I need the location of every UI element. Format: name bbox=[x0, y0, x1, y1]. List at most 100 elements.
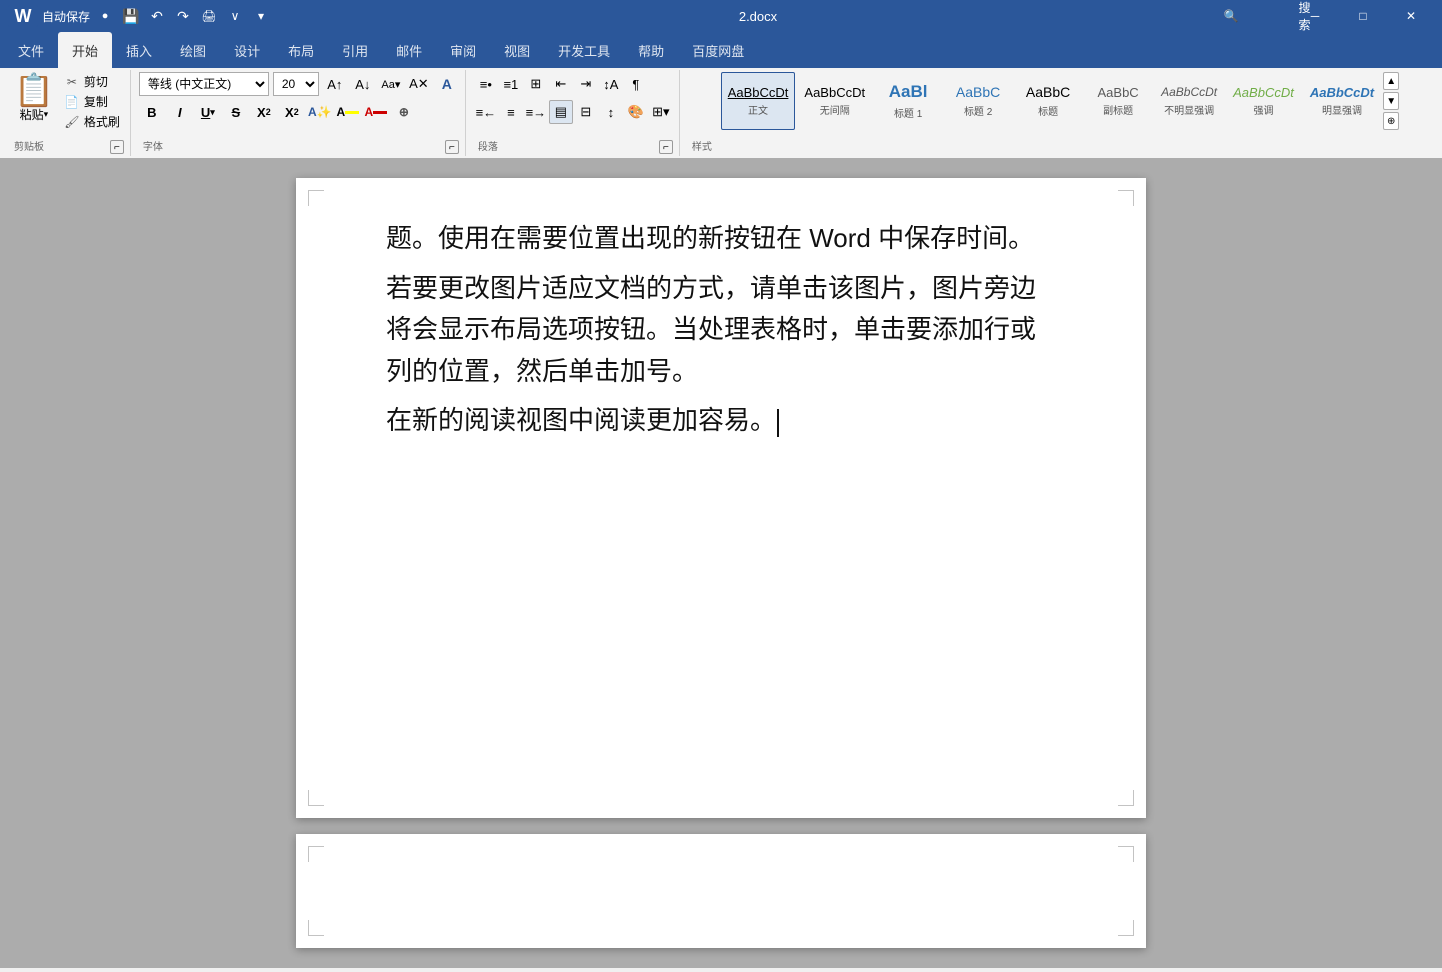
document-page-2[interactable] bbox=[296, 834, 1146, 948]
cut-button[interactable]: ✂ 剪切 bbox=[60, 72, 124, 91]
corner-mark-tl bbox=[308, 190, 324, 206]
font-family-select[interactable]: 等线 (中文正文) bbox=[139, 72, 269, 96]
style-preview-heading1: AaBl bbox=[889, 82, 928, 102]
font-size-select[interactable]: 20 bbox=[273, 72, 319, 96]
styles-scroll-up-button[interactable]: ▲ bbox=[1383, 72, 1399, 90]
search-bar-title[interactable]: 🔍 搜索 bbox=[1244, 0, 1290, 32]
superscript-button[interactable]: X2 bbox=[279, 100, 305, 124]
page2-corner-tr bbox=[1118, 846, 1134, 862]
italic-button[interactable]: I bbox=[167, 100, 193, 124]
tab-developer[interactable]: 开发工具 bbox=[544, 32, 624, 68]
page2-corner-bl bbox=[308, 920, 324, 936]
minimize-button[interactable]: ─ bbox=[1292, 0, 1338, 32]
style-item-heading1[interactable]: AaBl 标题 1 bbox=[874, 72, 942, 130]
format-painter-button[interactable]: 🖌 格式刷 bbox=[60, 112, 124, 131]
more-commands-button[interactable]: ▾ bbox=[250, 5, 272, 27]
numbering-button[interactable]: ≡1 bbox=[499, 72, 523, 96]
print-button[interactable]: 🖨 bbox=[198, 5, 220, 27]
change-case-button[interactable]: Aa▾ bbox=[379, 72, 403, 96]
paste-button[interactable]: 📋 粘贴▾ bbox=[10, 72, 58, 125]
style-preview-title: AaBbC bbox=[1026, 84, 1070, 101]
maximize-button[interactable]: □ bbox=[1340, 0, 1386, 32]
style-item-strong-em[interactable]: AaBbCcDt 明显强调 bbox=[1303, 72, 1381, 130]
shading-button[interactable]: 🎨 bbox=[624, 100, 648, 124]
underline-button[interactable]: U▾ bbox=[195, 100, 221, 124]
distributed-button[interactable]: ⊟ bbox=[574, 100, 598, 124]
ribbon-group-font: 等线 (中文正文) 20 A↑ A↓ Aa▾ A✕ A B I U▾ S X2 … bbox=[133, 70, 466, 156]
font-color-button[interactable]: A bbox=[363, 100, 389, 124]
font-expand-button[interactable]: ⌐ bbox=[445, 140, 459, 154]
line-spacing-button[interactable]: ↕ bbox=[599, 100, 623, 124]
style-item-heading2[interactable]: AaBbC 标题 2 bbox=[944, 72, 1012, 130]
close-button[interactable]: ✕ bbox=[1388, 0, 1434, 32]
increase-font-size-button[interactable]: A↑ bbox=[323, 72, 347, 96]
decrease-font-size-button[interactable]: A↓ bbox=[351, 72, 375, 96]
font-dialog-button[interactable]: A bbox=[435, 72, 459, 96]
text-effect-button[interactable]: A✨ bbox=[307, 100, 333, 124]
style-label-heading1: 标题 1 bbox=[894, 105, 922, 120]
document-title: 2.docx bbox=[739, 9, 777, 24]
redo-button[interactable]: ↷ bbox=[172, 5, 194, 27]
style-preview-emphasis: AaBbCcDt bbox=[1233, 85, 1294, 101]
multilevel-list-button[interactable]: ⊞ bbox=[524, 72, 548, 96]
tab-review[interactable]: 审阅 bbox=[436, 32, 490, 68]
paragraph-expand-button[interactable]: ⌐ bbox=[659, 140, 673, 154]
tab-file[interactable]: 文件 bbox=[4, 32, 58, 68]
paragraph-group-label: 段落 bbox=[474, 137, 502, 154]
font-bottom-more[interactable]: ⊕ bbox=[391, 100, 417, 124]
ribbon-tabs: 文件 开始 插入 绘图 设计 布局 引用 邮件 审阅 视图 开发工具 帮助 百度… bbox=[0, 32, 1442, 68]
align-center-button[interactable]: ≡ bbox=[499, 100, 523, 124]
format-painter-label: 格式刷 bbox=[84, 113, 120, 130]
bullets-button[interactable]: ≡• bbox=[474, 72, 498, 96]
styles-more-button[interactable]: ⊕ bbox=[1383, 112, 1399, 130]
style-item-subtitle[interactable]: AaBbC 副标题 bbox=[1084, 72, 1152, 130]
bold-button[interactable]: B bbox=[139, 100, 165, 124]
clipboard-expand-button[interactable]: ⌐ bbox=[110, 140, 124, 154]
style-item-normal[interactable]: AaBbCcDt 正文 bbox=[721, 72, 796, 130]
borders-button[interactable]: ⊞▾ bbox=[649, 100, 673, 124]
align-right-button[interactable]: ≡→ bbox=[524, 100, 548, 124]
copy-label: 复制 bbox=[84, 93, 108, 110]
title-bar-left: W 自动保存 ● 💾 ↶ ↷ 🖨 ∨ ▾ bbox=[8, 5, 272, 27]
style-item-title[interactable]: AaBbC 标题 bbox=[1014, 72, 1082, 130]
tab-references[interactable]: 引用 bbox=[328, 32, 382, 68]
style-item-emphasis[interactable]: AaBbCcDt 强调 bbox=[1226, 72, 1301, 130]
tab-home[interactable]: 开始 bbox=[58, 32, 112, 68]
styles-scroll-down-button[interactable]: ▼ bbox=[1383, 92, 1399, 110]
tab-insert[interactable]: 插入 bbox=[112, 32, 166, 68]
tab-baidu[interactable]: 百度网盘 bbox=[678, 32, 758, 68]
clipboard-buttons: 📋 粘贴▾ ✂ 剪切 📄 复制 🖌 格式刷 bbox=[10, 72, 124, 135]
paragraph-2: 若要更改图片适应文档的方式，请单击该图片，图片旁边将会显示布局选项按钮。当处理表… bbox=[386, 268, 1056, 393]
undo-button[interactable]: ↶ bbox=[146, 5, 168, 27]
increase-indent-button[interactable]: ⇥ bbox=[574, 72, 598, 96]
ribbon-group-paragraph: ≡• ≡1 ⊞ ⇤ ⇥ ↕A ¶ ≡← ≡ ≡→ ▤ ⊟ ↕ 🎨 ⊞▾ 段落 ⌐ bbox=[468, 70, 680, 156]
tab-mailings[interactable]: 邮件 bbox=[382, 32, 436, 68]
decrease-indent-button[interactable]: ⇤ bbox=[549, 72, 573, 96]
document-text-page1[interactable]: 题。使用在需要位置出现的新按钮在 Word 中保存时间。 若要更改图片适应文档的… bbox=[386, 218, 1056, 442]
save-button[interactable]: 💾 bbox=[120, 5, 142, 27]
show-formatting-button[interactable]: ¶ bbox=[624, 72, 648, 96]
strikethrough-button[interactable]: S bbox=[223, 100, 249, 124]
document-page-1[interactable]: 题。使用在需要位置出现的新按钮在 Word 中保存时间。 若要更改图片适应文档的… bbox=[296, 178, 1146, 818]
tab-help[interactable]: 帮助 bbox=[624, 32, 678, 68]
copy-button[interactable]: 📄 复制 bbox=[60, 92, 124, 111]
search-icon: 🔍 bbox=[1224, 9, 1239, 23]
highlight-color-button[interactable]: A bbox=[335, 100, 361, 124]
justify-button[interactable]: ▤ bbox=[549, 100, 573, 124]
tab-design[interactable]: 设计 bbox=[220, 32, 274, 68]
style-item-subtle-em[interactable]: AaBbCcDt 不明显强调 bbox=[1154, 72, 1224, 130]
sort-button[interactable]: ↕A bbox=[599, 72, 623, 96]
style-item-nospace[interactable]: AaBbCcDt 无间隔 bbox=[797, 72, 872, 130]
autosave-toggle[interactable]: ● bbox=[94, 5, 116, 27]
align-left-button[interactable]: ≡← bbox=[474, 100, 498, 124]
styles-gallery: AaBbCcDt 正文 AaBbCcDt 无间隔 AaBl 标题 1 AaBbC bbox=[721, 72, 1381, 130]
customize-qat-button[interactable]: ∨ bbox=[224, 5, 246, 27]
tab-view[interactable]: 视图 bbox=[490, 32, 544, 68]
format-painter-icon: 🖌 bbox=[64, 115, 80, 129]
paragraph-1: 题。使用在需要位置出现的新按钮在 Word 中保存时间。 bbox=[386, 218, 1056, 260]
clear-format-button[interactable]: A✕ bbox=[407, 72, 431, 96]
subscript-button[interactable]: X2 bbox=[251, 100, 277, 124]
tab-draw[interactable]: 绘图 bbox=[166, 32, 220, 68]
cut-label: 剪切 bbox=[84, 73, 108, 90]
tab-layout[interactable]: 布局 bbox=[274, 32, 328, 68]
